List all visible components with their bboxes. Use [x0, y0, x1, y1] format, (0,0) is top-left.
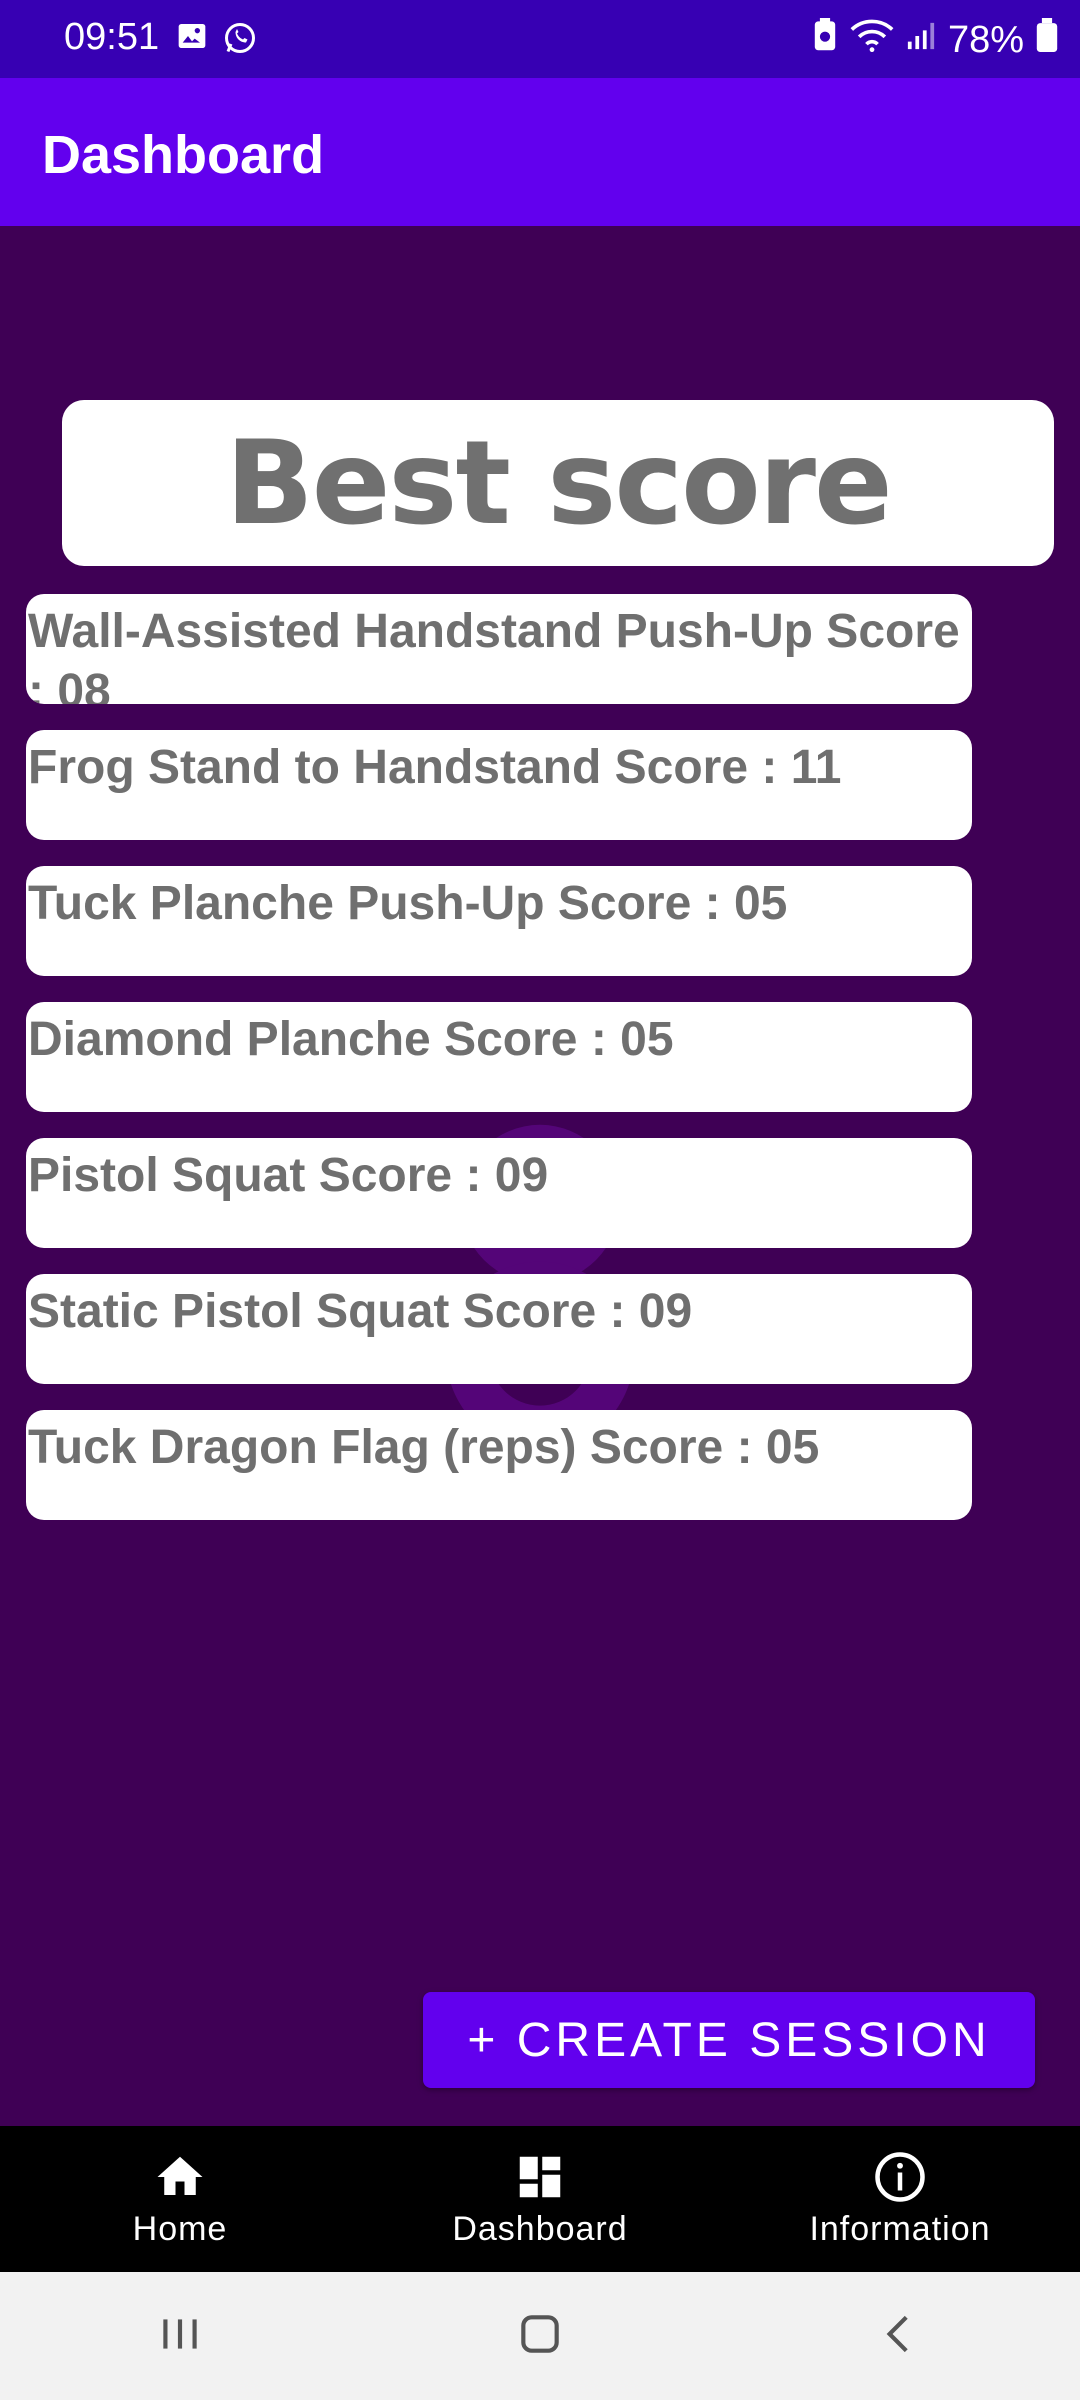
page-title: Dashboard	[42, 125, 325, 185]
score-card: Static Pistol Squat Score : 09	[26, 1274, 972, 1384]
bottom-navigation: Home Dashboard Information	[0, 2126, 1080, 2272]
score-label: Frog Stand to Handstand Score : 11	[28, 741, 842, 794]
score-label: Tuck Planche Push-Up Score : 05	[28, 877, 788, 930]
signal-icon	[906, 19, 936, 62]
app-bar: Dashboard	[0, 78, 1080, 226]
score-card: Diamond Planche Score : 05	[26, 1002, 972, 1112]
home-icon	[157, 2156, 203, 2195]
recent-apps-icon[interactable]	[155, 2309, 205, 2364]
battery-percent: 78%	[947, 18, 1024, 61]
nav-item-home[interactable]: Home	[0, 2126, 360, 2272]
battery-saver-icon	[812, 18, 838, 62]
score-card: Pistol Squat Score : 09	[26, 1138, 972, 1248]
score-label: Wall-Assisted Handstand Push-Up Score : …	[28, 605, 960, 704]
best-score-header: Best score	[62, 400, 1054, 566]
nav-label-dashboard: Dashboard	[452, 2209, 628, 2248]
dashboard-icon	[519, 2156, 561, 2197]
nav-item-dashboard[interactable]: Dashboard	[360, 2126, 720, 2272]
score-card: Tuck Dragon Flag (reps) Score : 05	[26, 1410, 972, 1520]
score-label: Static Pistol Squat Score : 09	[28, 1285, 693, 1338]
nav-label-home: Home	[132, 2209, 228, 2248]
dashboard-content: Best score Wall-Assisted Handstand Push-…	[0, 226, 1080, 2126]
info-icon	[875, 2151, 925, 2202]
score-label: Pistol Squat Score : 09	[28, 1149, 549, 1202]
nav-item-information[interactable]: Information	[720, 2126, 1080, 2272]
battery-icon	[1036, 18, 1058, 62]
status-bar: 09:51 78%	[0, 0, 1080, 78]
score-card: Wall-Assisted Handstand Push-Up Score : …	[26, 594, 972, 704]
best-score-title: Best score	[225, 415, 892, 551]
system-navigation-bar	[0, 2272, 1080, 2400]
back-icon[interactable]	[875, 2309, 925, 2364]
home-button-icon[interactable]	[515, 2309, 565, 2364]
whatsapp-icon	[222, 20, 258, 61]
create-session-button[interactable]: + CREATE SESSION	[423, 1992, 1035, 2088]
gallery-icon	[176, 20, 208, 61]
score-list: Wall-Assisted Handstand Push-Up Score : …	[26, 594, 972, 1546]
score-card: Frog Stand to Handstand Score : 11	[26, 730, 972, 840]
nav-label-information: Information	[809, 2209, 991, 2248]
status-time: 09:51	[64, 16, 160, 58]
score-card: Tuck Planche Push-Up Score : 05	[26, 866, 972, 976]
score-label: Diamond Planche Score : 05	[28, 1013, 674, 1066]
wifi-icon	[850, 18, 894, 62]
score-label: Tuck Dragon Flag (reps) Score : 05	[28, 1421, 820, 1474]
